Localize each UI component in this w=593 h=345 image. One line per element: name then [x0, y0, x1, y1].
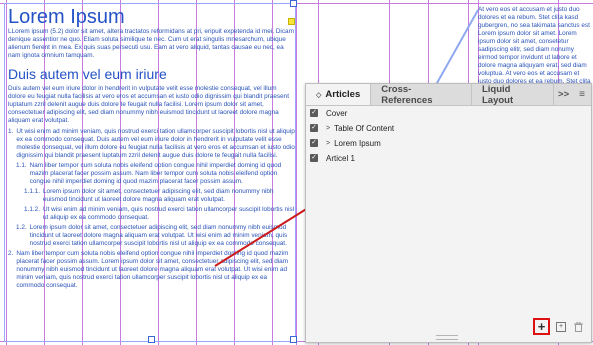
panel-menu-icon[interactable]: ≡	[573, 84, 591, 105]
article-list: ✓ Cover ✓ > Table Of Content ✓ > Lorem I…	[306, 106, 591, 166]
article-row[interactable]: ✓ Articel 1	[306, 151, 591, 165]
article-row[interactable]: ✓ > Lorem Ipsum	[306, 136, 591, 150]
article-label: Cover	[326, 108, 348, 118]
article-label: Lorem Ipsum	[334, 138, 381, 148]
include-checkbox[interactable]: ✓	[310, 124, 318, 132]
tab-cross-references[interactable]: Cross-References	[371, 83, 472, 106]
tab-articles[interactable]: ◇ Articles	[306, 84, 372, 105]
article-row[interactable]: ✓ Cover	[306, 106, 591, 120]
article-label: Articel 1	[326, 153, 355, 163]
tab-label: Liquid Layout	[481, 83, 514, 106]
trash-icon	[574, 321, 583, 332]
chevron-right-icon[interactable]: >	[326, 140, 330, 147]
add-article-button[interactable]: +	[533, 318, 550, 335]
include-checkbox[interactable]: ✓	[310, 109, 318, 117]
chevron-right-icon[interactable]: >	[326, 125, 330, 132]
tab-label: Cross-References	[381, 83, 433, 106]
article-row[interactable]: ✓ > Table Of Content	[306, 121, 591, 135]
tab-liquid-layout[interactable]: Liquid Layout	[472, 83, 555, 106]
delete-article-button[interactable]	[572, 320, 585, 333]
articles-panel: ◇ Articles Cross-References Liquid Layou…	[305, 83, 592, 343]
article-label: Table Of Content	[334, 123, 395, 133]
panel-tab-bar: ◇ Articles Cross-References Liquid Layou…	[306, 84, 591, 106]
text-thread-line	[431, 9, 479, 93]
resize-grip[interactable]	[436, 335, 458, 340]
more-tabs-button[interactable]: >>	[554, 84, 573, 105]
include-checkbox[interactable]: ✓	[310, 154, 318, 162]
new-article-button[interactable]: +	[556, 321, 566, 332]
tab-label: Articles	[325, 89, 361, 100]
panel-toolbar: + +	[533, 318, 585, 335]
collapse-icon[interactable]: ◇	[316, 91, 321, 99]
include-checkbox[interactable]: ✓	[310, 139, 318, 147]
